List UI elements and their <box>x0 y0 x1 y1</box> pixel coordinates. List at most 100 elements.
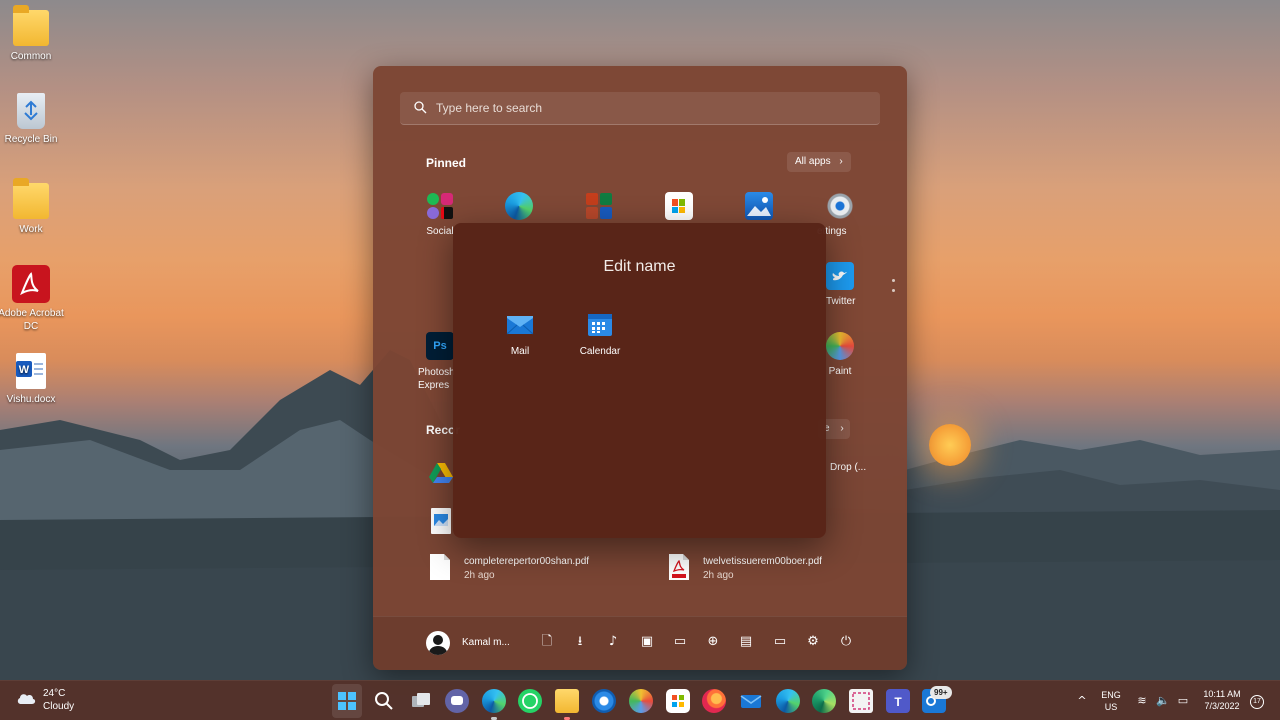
pdf-file-icon <box>430 554 450 580</box>
paint-icon[interactable] <box>629 689 653 713</box>
popup-app-label: Mail <box>510 346 530 357</box>
svg-text:T: T <box>894 695 902 709</box>
battery-icon[interactable]: ▭ <box>1175 693 1191 709</box>
avatar[interactable] <box>426 631 450 655</box>
volume-mute-icon[interactable]: 🔈 <box>1155 693 1171 709</box>
microsoft-store-icon <box>665 192 693 220</box>
all-apps-button[interactable]: All apps › <box>787 152 851 172</box>
weather-condition: Cloudy <box>43 701 75 712</box>
search-button[interactable] <box>372 689 396 713</box>
firefox-icon[interactable] <box>702 689 726 713</box>
start-button[interactable] <box>335 689 359 713</box>
chevron-right-icon: › <box>840 423 844 434</box>
chevron-right-icon: › <box>839 156 843 167</box>
notification-center[interactable]: 17 <box>1250 695 1264 709</box>
whatsapp-icon[interactable] <box>518 689 542 713</box>
network-icon[interactable]: ⊕ <box>704 633 722 651</box>
recommended-file-name: twelvetissuerem00boer.pdf <box>703 556 822 567</box>
start-footer: Kamal m... 🗋 ⭳ ♪ ▣ ▭ ⊕ ▤ ▭ ⚙ ⏻ <box>373 616 907 670</box>
downloads-icon[interactable]: ⭳ <box>571 633 589 651</box>
pinned-app-photos[interactable] <box>722 192 796 226</box>
word-document-icon: W <box>16 353 46 389</box>
popup-app-label: Calendar <box>579 346 621 357</box>
folder-icon <box>13 178 49 219</box>
desktop-icon-acrobat[interactable]: Adobe Acrobat DC <box>0 265 64 333</box>
pinned-app-microsoft-store[interactable] <box>642 192 716 226</box>
popup-app-calendar[interactable]: Calendar <box>565 310 635 357</box>
teams-icon[interactable]: T <box>886 689 910 713</box>
desktop-icon-work[interactable]: Work <box>0 178 64 236</box>
photos-icon <box>745 192 773 220</box>
pinned-app-office[interactable] <box>562 192 636 226</box>
tray-chevron-icon[interactable]: ^ <box>1074 693 1090 709</box>
adobe-pdf-icon <box>669 554 689 580</box>
sun <box>929 424 971 466</box>
file-explorer-icon[interactable] <box>555 689 579 713</box>
videos-icon[interactable]: ▭ <box>671 633 689 651</box>
power-icon[interactable]: ⏻ <box>837 633 855 651</box>
edge-dev-icon[interactable] <box>776 689 800 713</box>
edge-icon[interactable] <box>482 689 506 713</box>
all-apps-label: All apps <box>795 156 831 167</box>
paint-icon <box>826 332 854 360</box>
edge-icon <box>505 192 533 220</box>
desktop-icon-label: Common <box>10 51 52 62</box>
task-view-button[interactable] <box>409 689 433 713</box>
personal-folder-icon[interactable]: ▤ <box>737 633 755 651</box>
search-input[interactable]: Type here to search <box>400 92 880 125</box>
recommended-file-name: completerepertor00shan.pdf <box>464 556 590 567</box>
folder-icon <box>13 5 49 46</box>
recommended-file-time: 2h ago <box>703 570 734 581</box>
office-folder-icon <box>585 192 613 220</box>
chat-icon <box>451 696 463 705</box>
desktop-icon-vishu-docx[interactable]: W Vishu.docx <box>0 353 64 406</box>
mail-icon <box>506 310 534 338</box>
cortana-icon[interactable] <box>592 689 616 713</box>
search-icon <box>414 101 427 114</box>
task-view-icon <box>412 693 430 707</box>
clock-time: 10:11 AM <box>1203 689 1241 699</box>
recommended-file-name: Drop (... <box>830 462 867 473</box>
search-icon <box>375 692 393 710</box>
edge-canary-icon[interactable] <box>812 689 836 713</box>
notification-badge: 99+ <box>930 686 952 699</box>
language-line-1: ENG <box>1101 690 1121 700</box>
mail-icon[interactable] <box>739 689 763 713</box>
desktop-icon-label: Vishu.docx <box>6 394 56 405</box>
calendar-icon <box>586 310 614 338</box>
wifi-icon[interactable]: ≋ <box>1134 693 1150 709</box>
weather-temperature: 24°C <box>43 688 66 699</box>
desktop-icon-common[interactable]: Common <box>0 5 64 63</box>
svg-text:W: W <box>19 364 30 376</box>
image-file-icon <box>431 508 451 534</box>
acrobat-icon <box>12 265 50 303</box>
desktop-icon-recycle-bin[interactable]: Recycle Bin <box>0 93 64 146</box>
clock[interactable]: 10:11 AM 7/3/2022 <box>1198 688 1246 712</box>
search-placeholder: Type here to search <box>436 101 543 115</box>
desktop-icon-label: Recycle Bin <box>4 134 58 145</box>
language-indicator[interactable]: ENG US <box>1096 689 1126 713</box>
pinned-app-edge[interactable] <box>482 192 556 226</box>
desktop-icon-label: Work <box>19 224 43 235</box>
recommended-file-time: 2h ago <box>464 570 495 581</box>
file-explorer-icon[interactable]: ▭ <box>771 633 789 651</box>
chat-button[interactable] <box>445 689 469 713</box>
language-line-2: US <box>1104 702 1118 712</box>
clock-date: 7/3/2022 <box>1204 701 1240 711</box>
settings-icon <box>826 192 854 220</box>
folder-name-field[interactable]: Edit name <box>453 258 826 276</box>
cloud-icon <box>17 694 36 704</box>
snipping-tool-icon[interactable] <box>849 689 873 713</box>
desktop-icon-label: Adobe Acrobat DC <box>0 308 64 332</box>
pictures-icon[interactable]: ▣ <box>638 633 656 651</box>
taskbar: 24°C Cloudy T 99+ ^ ENG US ≋ � <box>0 680 1280 720</box>
google-drive-icon <box>429 463 453 483</box>
popup-app-mail[interactable]: Mail <box>485 310 555 357</box>
documents-icon[interactable]: 🗋 <box>538 633 556 651</box>
page-indicator[interactable] <box>892 279 895 299</box>
recycle-bin-icon <box>17 93 45 129</box>
music-icon[interactable]: ♪ <box>604 633 622 651</box>
user-name[interactable]: Kamal m... <box>462 637 510 648</box>
settings-icon[interactable]: ⚙ <box>804 633 822 651</box>
microsoft-store-icon[interactable] <box>666 689 690 713</box>
